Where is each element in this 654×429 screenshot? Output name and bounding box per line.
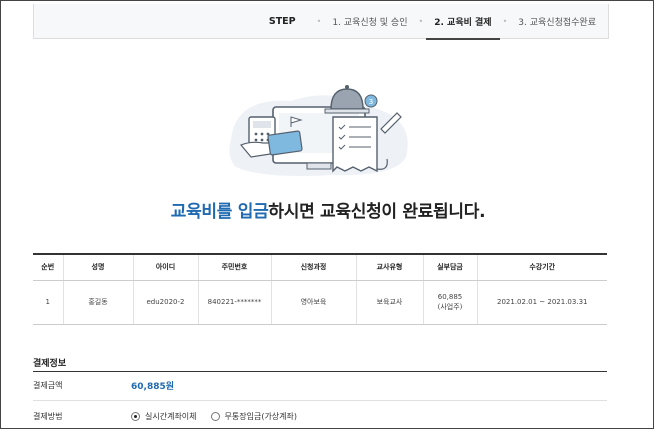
cell-no: 1 [33, 280, 63, 325]
amount-label: 결제금액 [33, 381, 63, 390]
payment-method-row: 결제방법 실시간계좌이체 무통장입금(가상계좌) [33, 411, 607, 422]
step-separator: • [502, 16, 508, 26]
method-label: 결제방법 [33, 412, 63, 421]
col-header-course: 신청과정 [270, 253, 356, 281]
cell-ssn: 840221-******* [197, 280, 271, 325]
radio-selected-icon[interactable] [131, 412, 140, 421]
cost-note: (사업주) [437, 303, 463, 311]
cell-cost: 60,885 (사업주) [422, 280, 477, 325]
method-option-realtime-transfer[interactable]: 실시간계좌이체 [131, 411, 197, 422]
step-1: 1. 교육신청 및 승인 [332, 17, 408, 28]
step-navigation: STEP • 1. 교육신청 및 승인 • 2. 교육비 결제 • 3. 교육신… [33, 4, 609, 40]
step-3: 3. 교육신청접수완료 [518, 17, 596, 28]
application-table: 순번 성명 아이디 주민번호 신청과정 교사유형 실부담금 수강기간 1 홍길동… [33, 253, 607, 325]
col-header-cost: 실부담금 [422, 253, 477, 281]
step-title: STEP [268, 15, 296, 27]
method-option-label: 무통장입금(가상계좌) [224, 412, 298, 421]
step-separator: • [418, 16, 424, 26]
cell-course: 영아보육 [270, 280, 356, 325]
col-header-no: 순번 [33, 253, 63, 281]
col-header-id: 아이디 [132, 253, 198, 281]
step-2-active: 2. 교육비 결제 [426, 4, 500, 40]
payment-illustration: 3 [229, 85, 408, 176]
cell-teacher-type: 보육교사 [355, 280, 423, 325]
col-header-ssn: 주민번호 [197, 253, 271, 281]
cost-value: 60,885 [437, 293, 463, 301]
radio-unselected-icon[interactable] [210, 412, 220, 421]
col-header-teacher-type: 교사유형 [355, 253, 423, 281]
table-row: 1 홍길동 edu2020-2 840221-******* 영아보육 보육교사… [33, 280, 607, 325]
payment-divider [33, 371, 607, 372]
method-option-virtual-account[interactable]: 무통장입금(가상계좌) [210, 411, 298, 422]
cell-id: edu2020-2 [132, 280, 198, 325]
method-option-label: 실시간계좌이체 [145, 412, 197, 421]
payment-section-title: 결제정보 [33, 359, 67, 369]
row-divider [33, 400, 607, 401]
amount-value: 60,885원 [131, 382, 175, 392]
page-frame: STEP • 1. 교육신청 및 승인 • 2. 교육비 결제 • 3. 교육신… [0, 0, 654, 429]
step-separator: • [316, 16, 322, 26]
col-header-name: 성명 [62, 253, 133, 281]
completion-headline: 교육비를 입금하시면 교육신청이 완료됩니다. [1, 197, 653, 222]
headline-rest: 하시면 교육신청이 완료됩니다. [268, 202, 486, 222]
cell-name: 홍길동 [62, 280, 133, 325]
col-header-period: 수강기간 [476, 253, 607, 281]
payment-amount-row: 결제금액 60,885원 [33, 379, 607, 392]
headline-accent: 교육비를 입금 [170, 202, 269, 222]
cell-period: 2021.02.01 ~ 2021.03.31 [476, 280, 607, 325]
table-header-row: 순번 성명 아이디 주민번호 신청과정 교사유형 실부담금 수강기간 [33, 253, 607, 281]
badge-count: 3 [369, 98, 373, 106]
